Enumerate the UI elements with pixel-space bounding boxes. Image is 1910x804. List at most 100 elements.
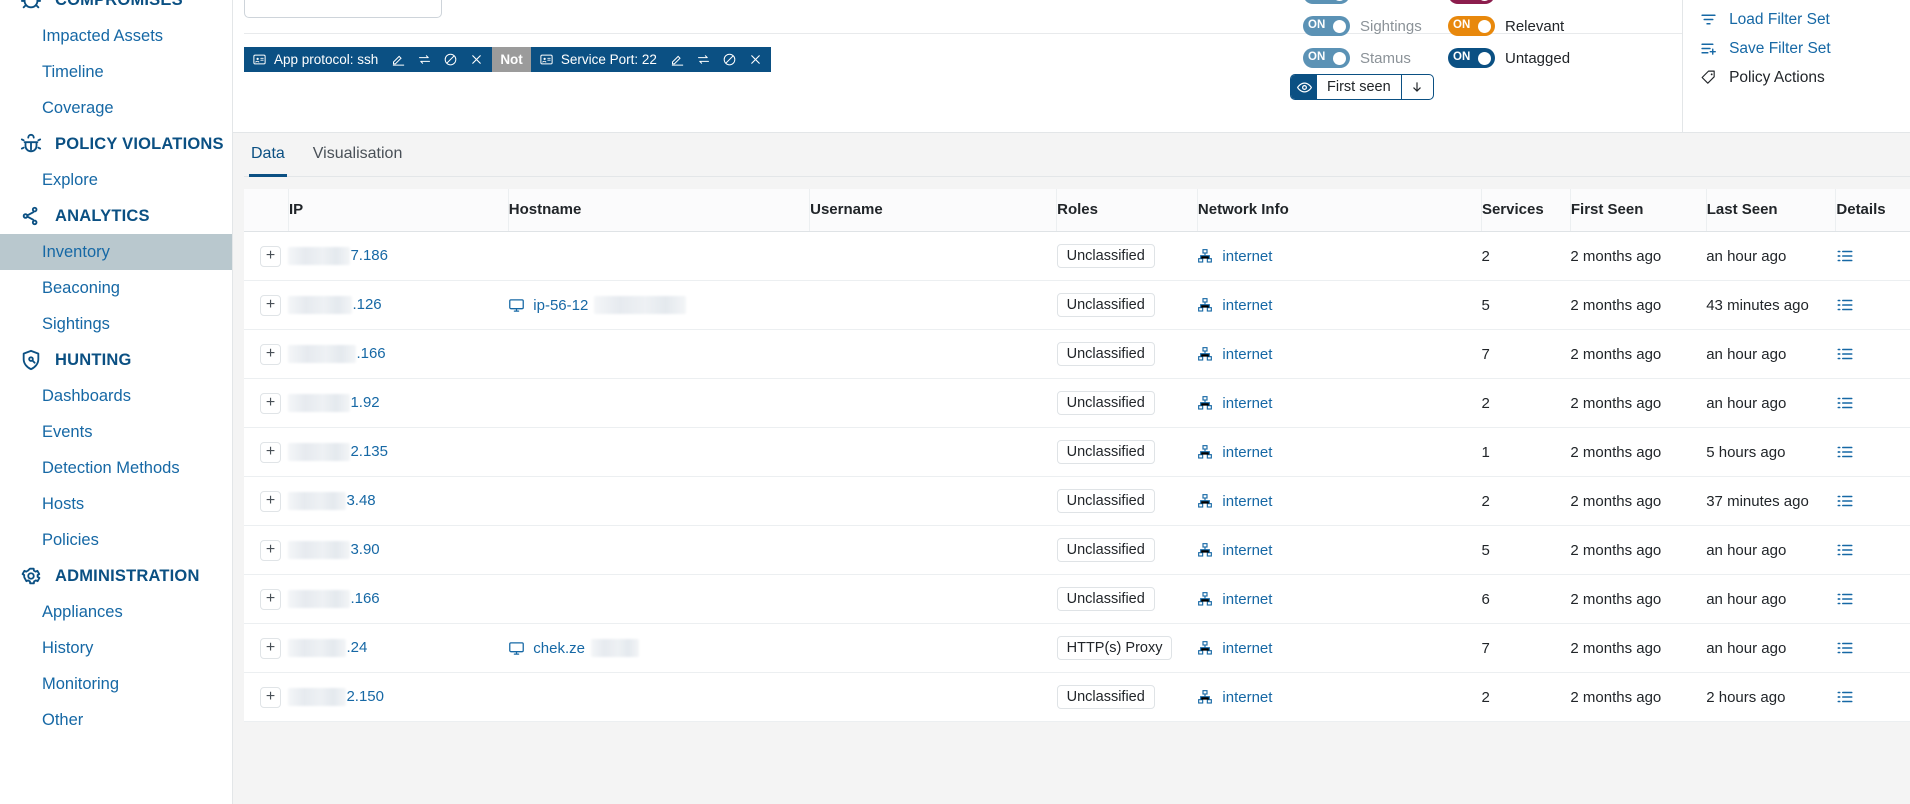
network-value[interactable]: internet: [1222, 542, 1272, 559]
cell-network-info: internet: [1197, 673, 1481, 722]
swap-icon[interactable]: [694, 50, 713, 69]
sidebar-item-detection-methods[interactable]: Detection Methods: [0, 450, 232, 486]
expand-row-button[interactable]: +: [260, 589, 281, 610]
sidebar-item-inventory[interactable]: Inventory: [0, 234, 232, 270]
negate-icon[interactable]: [441, 50, 460, 69]
toggle-knob: [1478, 20, 1491, 33]
details-list-icon[interactable]: [1836, 443, 1910, 461]
sidebar-item-timeline[interactable]: Timeline: [0, 54, 232, 90]
cell-ip: .166: [288, 330, 508, 379]
expand-row-button[interactable]: +: [260, 491, 281, 512]
network-value[interactable]: internet: [1222, 591, 1272, 608]
expand-row-button[interactable]: +: [260, 638, 281, 659]
toggle-label: Stamus: [1360, 50, 1411, 67]
hostname-value[interactable]: ip-56-12: [533, 297, 588, 314]
sidebar-item-policies[interactable]: Policies: [0, 522, 232, 558]
filter-action-policy-actions[interactable]: Policy Actions: [1683, 63, 1910, 92]
cell-hostname: ip-56-12: [508, 281, 809, 330]
ip-value[interactable]: 3.48: [346, 492, 375, 509]
details-list-icon[interactable]: [1836, 688, 1910, 706]
expand-row-button[interactable]: +: [260, 687, 281, 708]
network-value[interactable]: internet: [1222, 248, 1272, 265]
ip-value[interactable]: 2.135: [350, 443, 388, 460]
network-value[interactable]: internet: [1222, 493, 1272, 510]
cell-username: [810, 330, 1057, 379]
expand-row-button[interactable]: +: [260, 442, 281, 463]
toggle-alerts[interactable]: ON: [1303, 0, 1350, 4]
toggle-stamus[interactable]: ON: [1303, 48, 1350, 68]
details-list-icon[interactable]: [1836, 345, 1910, 363]
tab-visualisation[interactable]: Visualisation: [311, 133, 405, 177]
hostname-value[interactable]: chek.ze: [533, 640, 585, 657]
column-header-last-seen[interactable]: Last Seen: [1706, 189, 1836, 232]
column-header-hostname[interactable]: Hostname: [508, 189, 809, 232]
column-header-roles[interactable]: Roles: [1057, 189, 1198, 232]
column-header-ip[interactable]: IP: [288, 189, 508, 232]
sidebar-item-other[interactable]: Other: [0, 702, 232, 738]
sidebar-item-dashboards[interactable]: Dashboards: [0, 378, 232, 414]
expand-row-button[interactable]: +: [260, 344, 281, 365]
network-value[interactable]: internet: [1222, 640, 1272, 657]
toggle-relevant[interactable]: ON: [1448, 16, 1495, 36]
ip-value[interactable]: .166: [350, 590, 379, 607]
details-list-icon[interactable]: [1836, 247, 1910, 265]
column-header-username[interactable]: Username: [810, 189, 1057, 232]
column-header-details[interactable]: Details: [1836, 189, 1910, 232]
details-list-icon[interactable]: [1836, 590, 1910, 608]
filter-action-load-filter-set[interactable]: Load Filter Set: [1683, 5, 1910, 34]
edit-icon[interactable]: [668, 50, 687, 69]
column-header-services[interactable]: Services: [1481, 189, 1570, 232]
sidebar-item-history[interactable]: History: [0, 630, 232, 666]
ip-value[interactable]: 2.150: [346, 688, 384, 705]
sidebar-item-coverage[interactable]: Coverage: [0, 90, 232, 126]
sidebar-item-beaconing[interactable]: Beaconing: [0, 270, 232, 306]
remove-icon[interactable]: [746, 50, 765, 69]
details-list-icon[interactable]: [1836, 639, 1910, 657]
filter-action-save-filter-set[interactable]: Save Filter Set: [1683, 34, 1910, 63]
sidebar-item-hosts[interactable]: Hosts: [0, 486, 232, 522]
filter-select[interactable]: [244, 0, 442, 18]
cell-roles: HTTP(s) Proxy: [1057, 624, 1198, 673]
network-value[interactable]: internet: [1222, 689, 1272, 706]
sidebar-item-explore[interactable]: Explore: [0, 162, 232, 198]
sidebar-item-monitoring[interactable]: Monitoring: [0, 666, 232, 702]
ip-value[interactable]: 3.90: [350, 541, 379, 558]
filter-chip-not-label[interactable]: Not: [492, 47, 531, 72]
ip-value[interactable]: .24: [346, 639, 367, 656]
details-list-icon[interactable]: [1836, 541, 1910, 559]
toggle-untagged[interactable]: ON: [1448, 48, 1495, 68]
network-value[interactable]: internet: [1222, 444, 1272, 461]
column-header-first-seen[interactable]: First Seen: [1570, 189, 1706, 232]
details-list-icon[interactable]: [1836, 296, 1910, 314]
ip-value[interactable]: .166: [356, 345, 385, 362]
arrow-down-icon[interactable]: [1402, 75, 1433, 99]
sidebar-item-events[interactable]: Events: [0, 414, 232, 450]
column-header-network-info[interactable]: Network Info: [1197, 189, 1481, 232]
remove-icon[interactable]: [467, 50, 486, 69]
ip-value[interactable]: .126: [352, 296, 381, 313]
swap-icon[interactable]: [415, 50, 434, 69]
edit-icon[interactable]: [389, 50, 408, 69]
expand-row-button[interactable]: +: [260, 540, 281, 561]
network-value[interactable]: internet: [1222, 395, 1272, 412]
sidebar-item-impacted-assets[interactable]: Impacted Assets: [0, 18, 232, 54]
network-value[interactable]: internet: [1222, 297, 1272, 314]
network-value[interactable]: internet: [1222, 346, 1272, 363]
details-list-icon[interactable]: [1836, 492, 1910, 510]
expand-row-button[interactable]: +: [260, 393, 281, 414]
cell-expand: +: [244, 330, 288, 379]
expand-row-button[interactable]: +: [260, 295, 281, 316]
toggle-sightings[interactable]: ON: [1303, 16, 1350, 36]
toggle-informational[interactable]: ON: [1448, 0, 1495, 4]
ip-value[interactable]: 7.186: [350, 247, 388, 264]
sidebar-item-sightings[interactable]: Sightings: [0, 306, 232, 342]
sort-field-value[interactable]: First seen: [1317, 75, 1402, 99]
ip-value[interactable]: 1.92: [350, 394, 379, 411]
cell-details: [1836, 330, 1910, 379]
sort-control[interactable]: First seen: [1290, 74, 1434, 100]
expand-row-button[interactable]: +: [260, 246, 281, 267]
sidebar-item-appliances[interactable]: Appliances: [0, 594, 232, 630]
details-list-icon[interactable]: [1836, 394, 1910, 412]
negate-icon[interactable]: [720, 50, 739, 69]
tab-data[interactable]: Data: [249, 133, 287, 177]
